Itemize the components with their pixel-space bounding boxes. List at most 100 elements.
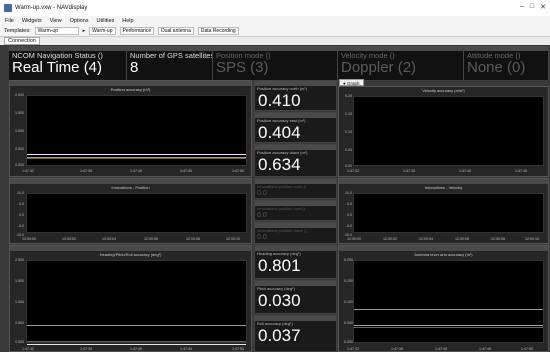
status-value: Real Time (4): [12, 59, 103, 76]
y-tick: 0.05: [345, 148, 352, 152]
status-value: SPS (3): [216, 59, 269, 76]
trace-line: [27, 325, 246, 326]
tab-graph[interactable]: ● Graph: [339, 79, 364, 86]
y-tick: 1.000: [15, 129, 24, 133]
data-recording-button[interactable]: Data Recording: [197, 26, 239, 35]
y-tick: 0.0: [19, 213, 24, 217]
x-tick: 12:00:10: [226, 237, 240, 241]
y-tick: 2.000: [15, 258, 24, 262]
number-innov-down: Innovations position down () 0.0: [254, 222, 337, 244]
x-tick: 12:00:10: [525, 237, 539, 241]
number-value: 0.030: [258, 291, 301, 310]
number-heading-acc: Heading accuracy (deg¹) 0.801: [254, 245, 337, 279]
y-tick: -5.0: [345, 224, 352, 228]
y-tick: 10.0: [17, 191, 24, 195]
number-innov-east: Innovations position east () 0.0: [254, 200, 337, 221]
y-tick: 0.000: [15, 340, 24, 344]
graph-title: Antenna lever arm accuracy (m¹): [414, 252, 473, 257]
warmup-button[interactable]: Warm-up: [89, 26, 116, 35]
graph-position-accuracy: Position accuracy (m¹) 2.000 1.500 1.000…: [9, 80, 252, 177]
number-value: 0.0: [257, 212, 267, 219]
menu-file[interactable]: File: [5, 18, 14, 24]
x-tick: 1:47:32: [347, 347, 359, 351]
number-roll-acc: Roll accuracy (deg¹) 0.037: [254, 315, 337, 352]
dual-antenna-button[interactable]: Dual antenna: [158, 26, 194, 35]
graph-title: Position accuracy (m¹): [110, 87, 151, 92]
close-icon[interactable]: ✕: [540, 3, 546, 11]
minimize-icon[interactable]: –: [520, 3, 524, 11]
trace-line: [354, 327, 543, 328]
y-tick: 5.0: [347, 202, 352, 206]
menu-options[interactable]: Options: [70, 18, 89, 24]
x-tick: 12:00:06: [144, 237, 158, 241]
plot-area[interactable]: [353, 96, 544, 166]
graph-area: Antenna lever arm accuracy (m¹) 0.200 0.…: [339, 251, 548, 351]
workspace: NCOM Navigation Status () Real Time (4) …: [0, 45, 550, 352]
number-pos-north: Position accuracy north (m¹) 0.410: [254, 80, 337, 111]
number-value: 0.0: [257, 190, 267, 197]
x-tick: 1:47:32: [22, 169, 34, 173]
status-attitude-mode: Attitude mode () None (0): [464, 46, 549, 80]
number-pitch-acc: Pitch accuracy (deg¹) 0.030: [254, 280, 337, 314]
connection-tab[interactable]: Connection: [4, 37, 40, 45]
menu-bar: File Widgets View Options Utilities Help: [0, 16, 550, 25]
y-tick: 0.000: [344, 340, 353, 344]
y-tick: 0.500: [15, 321, 24, 325]
y-tick: 0.10: [345, 130, 352, 134]
graph-title: Innovations - Position: [111, 185, 150, 190]
x-tick: 1:47:50: [232, 169, 244, 173]
status-value: Doppler (2): [341, 59, 417, 76]
y-tick: 0.200: [344, 258, 353, 262]
x-tick: 1:47:40: [459, 169, 471, 173]
y-tick: 5.0: [19, 202, 24, 206]
graph-innovations-velocity: Innovations - Velocity 10.0 5.0 0.0 -5.0…: [338, 178, 549, 244]
plot-area[interactable]: [353, 260, 544, 343]
x-tick: 1:47:45: [515, 169, 527, 173]
trace-line: [27, 154, 246, 155]
y-tick: 0.150: [344, 279, 353, 283]
template-apply-icon[interactable]: ▸: [83, 28, 86, 34]
menu-help[interactable]: Help: [122, 18, 133, 24]
graph-title: Velocity accuracy (m/s¹): [422, 88, 465, 93]
menu-view[interactable]: View: [50, 18, 62, 24]
number-value: 0.0: [257, 234, 267, 241]
graph-area: Velocity accuracy (m/s¹) 0.20 0.15 0.10 …: [339, 87, 548, 176]
performance-button[interactable]: Performance: [119, 26, 155, 35]
x-tick: 1:47:50: [232, 347, 244, 351]
plot-area[interactable]: [26, 193, 247, 233]
plot-area[interactable]: [353, 193, 544, 233]
y-tick: 0.000: [15, 163, 24, 167]
status-value: None (0): [467, 59, 526, 76]
x-tick: 1:47:35: [80, 169, 92, 173]
menu-widgets[interactable]: Widgets: [22, 18, 42, 24]
x-tick: 1:47:32: [347, 169, 359, 173]
connection-bar: Connection: [0, 36, 550, 45]
x-tick: 1:47:45: [479, 347, 491, 351]
trace-line: [27, 158, 246, 159]
y-tick: 0.0: [347, 213, 352, 217]
window-controls: – □ ✕: [520, 3, 546, 11]
x-tick: 12:00:06: [455, 237, 469, 241]
y-tick: 2.000: [15, 93, 24, 97]
app-icon: [4, 4, 12, 12]
plot-area[interactable]: [26, 95, 247, 166]
x-tick: 1:47:32: [22, 347, 34, 351]
maximize-icon[interactable]: □: [530, 3, 534, 11]
y-tick: 1.500: [15, 279, 24, 283]
trace-line: [27, 344, 246, 345]
status-nav: NCOM Navigation Status () Real Time (4): [9, 46, 127, 80]
graph-hpr-accuracy: Heading/Pitch/Roll accuracy (deg¹) 2.000…: [9, 245, 252, 352]
title-bar: Warm-up.vxw - NAVdisplay – □ ✕: [0, 0, 550, 16]
plot-area[interactable]: [26, 260, 247, 345]
number-value: 0.410: [258, 91, 301, 110]
number-value: 0.634: [258, 155, 301, 174]
graph-antenna-accuracy: Antenna lever arm accuracy (m¹) 0.200 0.…: [338, 245, 549, 352]
menu-utilities[interactable]: Utilities: [97, 18, 115, 24]
status-label: Number of GPS satellites used (): [130, 51, 212, 60]
graph-area: Innovations - Velocity 10.0 5.0 0.0 -5.0…: [339, 184, 548, 243]
y-tick: 0.00: [345, 164, 352, 168]
number-pos-down: Position accuracy down (m¹) 0.634: [254, 144, 337, 177]
x-tick: 12:00:08: [491, 237, 505, 241]
status-velocity-mode: Velocity mode () Doppler (2): [338, 46, 464, 80]
template-select[interactable]: Warm-up: [34, 26, 79, 35]
